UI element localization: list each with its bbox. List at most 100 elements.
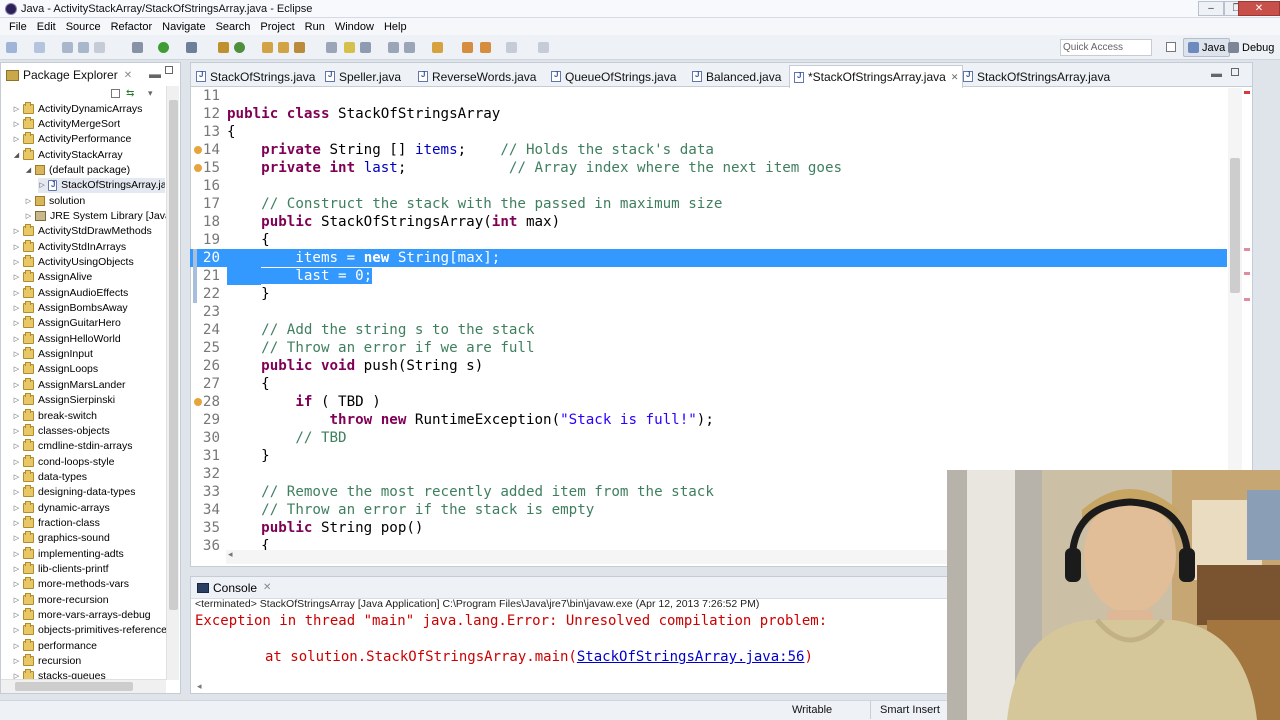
collapsed-arrow-icon[interactable]: ▷ [12, 626, 21, 634]
tree-item[interactable]: ▷ ActivityUsingObjects [12, 255, 134, 270]
editor-minimize-icon[interactable]: ▬ [1211, 68, 1222, 80]
collapsed-arrow-icon[interactable]: ▷ [12, 350, 21, 358]
tree-item[interactable]: ▷ recursion [12, 654, 81, 669]
collapsed-arrow-icon[interactable]: ▷ [12, 381, 21, 389]
menu-run[interactable]: Run [300, 21, 330, 33]
collapsed-arrow-icon[interactable]: ▷ [12, 243, 21, 251]
collapse-all-icon[interactable] [111, 89, 120, 98]
menu-window[interactable]: Window [330, 21, 379, 33]
collapsed-arrow-icon[interactable]: ▷ [12, 458, 21, 466]
tree-item[interactable]: ▷ lib-clients-printf [12, 562, 109, 577]
save-icon[interactable] [62, 42, 73, 53]
tree-item[interactable]: ▷ graphics-sound [12, 531, 110, 546]
perspective-debug[interactable]: Debug [1224, 38, 1278, 57]
menu-help[interactable]: Help [379, 21, 412, 33]
code-line[interactable]: 11 [190, 87, 1227, 105]
package-explorer-scrollbar[interactable] [166, 86, 179, 680]
collapsed-arrow-icon[interactable]: ▷ [12, 565, 21, 573]
link-editor-icon[interactable]: ⇆ [126, 88, 134, 99]
tree-item[interactable]: ▷ solution [24, 193, 85, 208]
tree-item[interactable]: ▷ AssignGuitarHero [12, 316, 121, 331]
prev-annotation-icon[interactable] [432, 42, 443, 53]
warning-overview-mark[interactable] [1244, 298, 1250, 301]
tab-reversewords[interactable]: ReverseWords.java [418, 66, 536, 87]
collapsed-arrow-icon[interactable]: ▷ [12, 289, 21, 297]
tree-item[interactable]: ▷ ActivityMergeSort [12, 116, 120, 131]
collapsed-arrow-icon[interactable]: ▷ [12, 642, 21, 650]
tab-stackofstrings[interactable]: StackOfStrings.java [196, 66, 315, 87]
collapsed-arrow-icon[interactable]: ▷ [12, 657, 21, 665]
tree-item[interactable]: ▷ AssignHelloWorld [12, 331, 121, 346]
tree-item[interactable]: ▷ AssignBombsAway [12, 301, 128, 316]
tab-stackofstringsarray-active[interactable]: *StackOfStringsArray.java ✕ [789, 65, 964, 88]
tree-item[interactable]: ▷ cond-loops-style [12, 454, 114, 469]
editor-maximize-icon[interactable] [1231, 68, 1239, 76]
tree-item[interactable]: ▷ AssignInput [12, 347, 93, 362]
tree-item[interactable]: ▷ data-types [12, 469, 87, 484]
close-view-icon[interactable]: ✕ [124, 70, 132, 81]
code-line[interactable]: 16 [190, 177, 1227, 195]
close-tab-icon[interactable]: ✕ [951, 72, 959, 83]
tree-item[interactable]: ▷ more-vars-arrays-debug [12, 608, 151, 623]
collapsed-arrow-icon[interactable]: ▷ [12, 335, 21, 343]
menu-project[interactable]: Project [255, 21, 299, 33]
save-all-icon[interactable] [78, 42, 89, 53]
tab-speller[interactable]: Speller.java [325, 66, 401, 87]
collapsed-arrow-icon[interactable]: ▷ [12, 519, 21, 527]
code-line[interactable]: 24 // Add the string s to the stack [190, 321, 1227, 339]
code-line[interactable]: 30 // TBD [190, 429, 1227, 447]
collapsed-arrow-icon[interactable]: ▷ [12, 396, 21, 404]
mark-occurrences-icon[interactable] [344, 42, 355, 53]
tab-queueofstrings[interactable]: QueueOfStrings.java [551, 66, 676, 87]
tree-item[interactable]: ▷ AssignMarsLander [12, 377, 126, 392]
coverage-icon[interactable] [186, 42, 197, 53]
code-line[interactable]: 18 public StackOfStringsArray(int max) [190, 213, 1227, 231]
warning-overview-mark[interactable] [1244, 248, 1250, 251]
error-overview-mark[interactable] [1244, 91, 1250, 94]
close-button[interactable]: ✕ [1238, 1, 1280, 16]
minimize-view-icon[interactable]: ▬ [149, 67, 161, 81]
code-line[interactable]: 13 { [190, 123, 1227, 141]
next-annotation-icon[interactable] [404, 42, 415, 53]
collapsed-arrow-icon[interactable]: ▷ [12, 442, 21, 450]
tree-item[interactable]: ▷ ActivityStdInArrays [12, 239, 126, 254]
collapsed-arrow-icon[interactable]: ▷ [12, 596, 21, 604]
code-line[interactable]: 28 if ( TBD ) [190, 393, 1227, 411]
code-line[interactable]: 14 private String [] items; // Holds the… [190, 141, 1227, 159]
collapsed-arrow-icon[interactable]: ▷ [12, 227, 21, 235]
console-scroll-left-icon[interactable]: ◂ [197, 681, 202, 692]
collapsed-arrow-icon[interactable]: ▷ [12, 427, 21, 435]
new-icon[interactable] [6, 42, 17, 53]
annotation-icon[interactable] [326, 42, 337, 53]
debug-icon[interactable] [132, 42, 143, 53]
collapsed-arrow-icon[interactable]: ▷ [12, 550, 21, 558]
last-edit-icon[interactable] [506, 42, 517, 53]
show-whitespace-icon[interactable] [388, 42, 399, 53]
tree-item[interactable]: ◢ ActivityStackArray [12, 147, 123, 162]
tree-item[interactable]: ▷ fraction-class [12, 515, 100, 530]
tree-item[interactable]: ▷ ActivityPerformance [12, 132, 131, 147]
collapsed-arrow-icon[interactable]: ▷ [12, 580, 21, 588]
stacktrace-link[interactable]: StackOfStringsArray.java:56 [577, 649, 805, 665]
code-line[interactable]: 27 { [190, 375, 1227, 393]
collapsed-arrow-icon[interactable]: ▷ [12, 258, 21, 266]
menu-navigate[interactable]: Navigate [157, 21, 210, 33]
collapsed-arrow-icon[interactable]: ▷ [24, 197, 33, 205]
scroll-thumb[interactable] [169, 100, 178, 610]
hscroll-thumb[interactable] [15, 682, 133, 691]
quick-access-input[interactable]: Quick Access [1060, 39, 1152, 56]
warning-overview-mark[interactable] [1244, 272, 1250, 275]
collapsed-arrow-icon[interactable]: ▷ [12, 473, 21, 481]
tab-balanced[interactable]: Balanced.java [692, 66, 781, 87]
new-project-icon[interactable] [218, 42, 229, 53]
tree-item[interactable]: ▷ StackOfStringsArray.java [38, 177, 165, 193]
tree-item[interactable]: ▷ break-switch [12, 408, 97, 423]
editor-scroll-thumb[interactable] [1230, 158, 1240, 293]
tree-item[interactable]: ▷ more-methods-vars [12, 577, 129, 592]
tree-item[interactable]: ▷ AssignAlive [12, 270, 92, 285]
collapsed-arrow-icon[interactable]: ▷ [12, 488, 21, 496]
forward-icon[interactable] [480, 42, 491, 53]
tree-item[interactable]: ▷ AssignLoops [12, 362, 98, 377]
open-perspective-icon[interactable] [1166, 42, 1176, 52]
code-line[interactable]: 31 } [190, 447, 1227, 465]
